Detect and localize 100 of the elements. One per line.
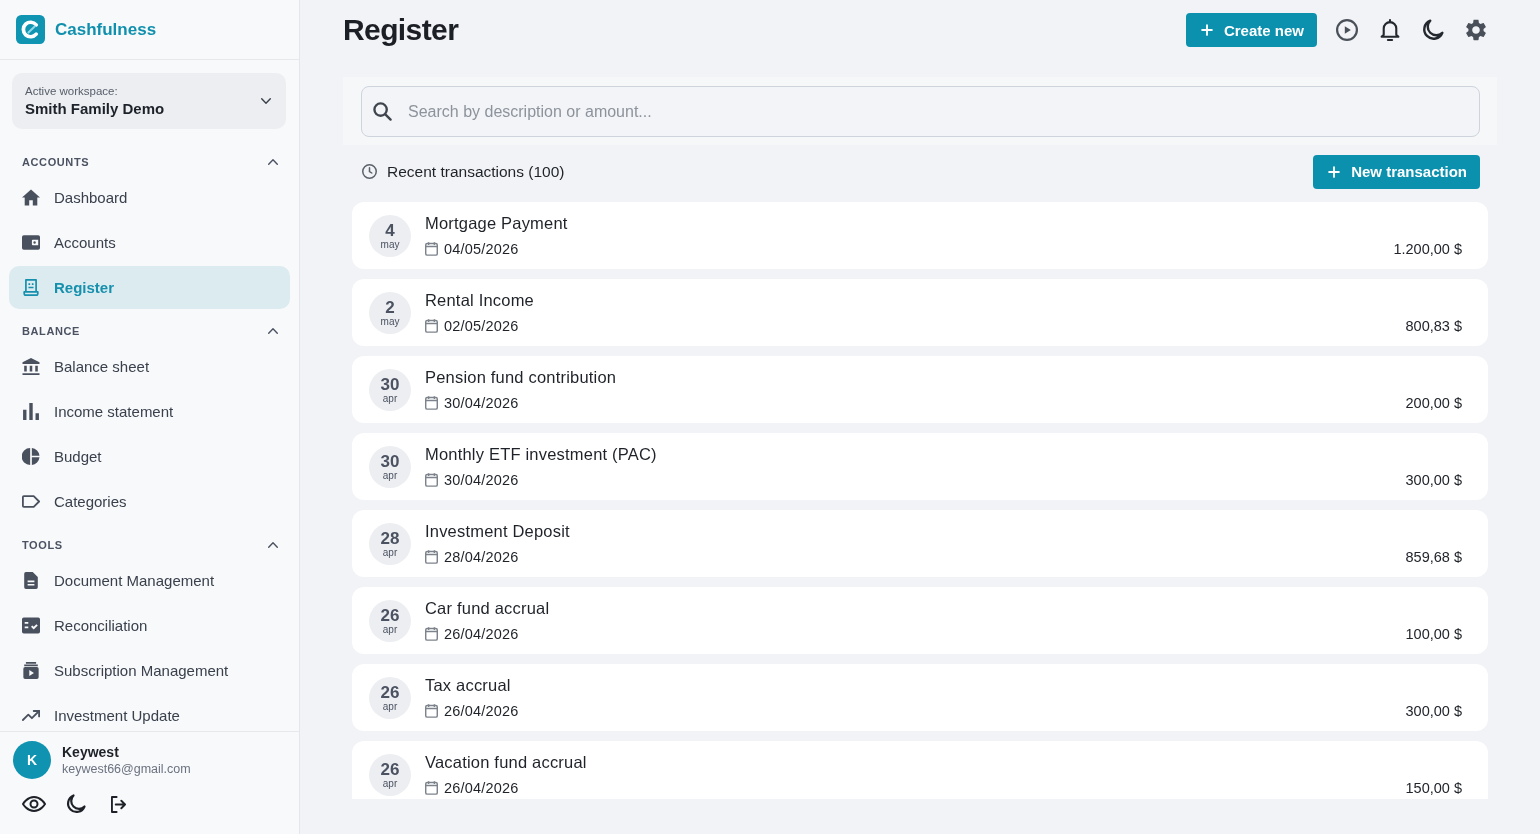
date-day: 28 xyxy=(380,529,400,547)
logout-icon[interactable] xyxy=(111,795,126,813)
logo-icon xyxy=(16,15,45,44)
transaction-amount: 200,00 $ xyxy=(1405,395,1462,411)
transaction-title: Vacation fund accrual xyxy=(425,752,587,772)
transaction-title: Car fund accrual xyxy=(425,598,550,618)
user-email: keywest66@gmail.com xyxy=(62,760,191,777)
search-icon xyxy=(373,102,392,121)
transaction-card[interactable]: 26 apr Tax accrual 26/04/2026 300,00 $ xyxy=(352,664,1488,731)
eye-icon[interactable] xyxy=(22,796,46,812)
tag-icon xyxy=(22,493,40,510)
date-month: apr xyxy=(382,777,398,789)
transaction-date: 28/04/2026 xyxy=(444,549,519,565)
create-new-button[interactable]: Create new xyxy=(1185,13,1317,47)
date-day: 30 xyxy=(380,452,400,470)
calendar-icon xyxy=(425,242,438,256)
date-day: 30 xyxy=(380,375,400,393)
transaction-amount: 859,68 $ xyxy=(1405,549,1462,565)
chevron-down-icon xyxy=(261,98,271,104)
date-month: apr xyxy=(382,623,398,635)
date-month: apr xyxy=(382,392,398,404)
moon-icon[interactable] xyxy=(1422,19,1444,41)
sidebar-item[interactable]: Document Management xyxy=(9,559,290,602)
transaction-card[interactable]: 30 apr Pension fund contribution 30/04/2026 200,00 $ xyxy=(352,356,1488,423)
checklist-icon xyxy=(22,617,40,634)
wallet-icon xyxy=(22,234,40,251)
sidebar-item[interactable]: Income statement xyxy=(9,390,290,433)
date-day: 26 xyxy=(380,760,400,778)
sidebar-item[interactable]: Investment Update xyxy=(9,694,290,731)
pie-chart-icon xyxy=(22,448,40,465)
calendar-icon xyxy=(425,396,438,410)
bar-chart-icon xyxy=(22,403,40,420)
transaction-amount: 150,00 $ xyxy=(1405,780,1462,796)
settings-icon[interactable] xyxy=(1465,19,1487,41)
calendar-icon xyxy=(425,319,438,333)
sidebar-item[interactable]: Reconciliation xyxy=(9,604,290,647)
plus-icon xyxy=(1200,24,1213,36)
transaction-date: 30/04/2026 xyxy=(444,395,519,411)
transaction-date: 02/05/2026 xyxy=(444,318,519,334)
transaction-amount: 800,83 $ xyxy=(1405,318,1462,334)
new-transaction-button[interactable]: New transaction xyxy=(1313,154,1480,189)
calendar-icon xyxy=(425,781,438,795)
transaction-amount: 300,00 $ xyxy=(1405,703,1462,719)
trend-up-icon xyxy=(22,707,40,724)
media-stack-icon xyxy=(22,662,40,679)
transaction-title: Investment Deposit xyxy=(425,521,570,541)
bank-icon xyxy=(22,358,40,375)
sidebar-item[interactable]: Dashboard xyxy=(9,176,290,219)
section-title: Recent transactions (100) xyxy=(387,162,565,181)
transaction-card[interactable]: 2 may Rental Income 02/05/2026 800,83 $ xyxy=(352,279,1488,346)
transaction-title: Pension fund contribution xyxy=(425,367,617,387)
date-month: may xyxy=(380,315,400,327)
transaction-date: 30/04/2026 xyxy=(444,472,519,488)
transaction-card[interactable]: 26 apr Car fund accrual 26/04/2026 100,00 $ xyxy=(352,587,1488,654)
calendar-icon xyxy=(425,704,438,718)
calendar-icon xyxy=(425,627,438,641)
sidebar-item[interactable]: Budget xyxy=(9,435,290,478)
page-title: Register xyxy=(343,13,459,47)
calendar-icon xyxy=(425,473,438,487)
moon-icon[interactable] xyxy=(66,794,86,814)
transaction-title: Monthly ETF investment (PAC) xyxy=(425,444,657,464)
section-toggle[interactable]: TOOLS xyxy=(22,533,278,557)
date-day: 26 xyxy=(380,683,400,701)
transaction-date: 26/04/2026 xyxy=(444,703,519,719)
play-circle-icon[interactable] xyxy=(1336,19,1358,41)
sidebar-item[interactable]: Subscription Management xyxy=(9,649,290,692)
date-day: 2 xyxy=(385,298,395,316)
transaction-card[interactable]: 30 apr Monthly ETF investment (PAC) 30/04/2026 300,00 $ xyxy=(352,433,1488,500)
transaction-date: 26/04/2026 xyxy=(444,780,519,796)
app-name: Cashfulness xyxy=(55,19,157,40)
date-month: apr xyxy=(382,700,398,712)
clock-icon xyxy=(362,164,377,179)
date-month: apr xyxy=(382,469,398,481)
transaction-title: Mortgage Payment xyxy=(425,213,568,233)
transaction-title: Tax accrual xyxy=(425,675,511,695)
transaction-card[interactable]: 4 may Mortgage Payment 04/05/2026 1.200,00 $ xyxy=(352,202,1488,269)
home-icon xyxy=(22,189,40,206)
transaction-amount: 100,00 $ xyxy=(1405,626,1462,642)
date-month: may xyxy=(380,238,400,250)
transaction-card[interactable]: 28 apr Investment Deposit 28/04/2026 859,68 $ xyxy=(352,510,1488,577)
date-month: apr xyxy=(382,546,398,558)
workspace-select[interactable]: Active workspace: Smith Family Demo xyxy=(12,73,286,129)
sidebar-item[interactable]: Accounts xyxy=(9,221,290,264)
date-day: 26 xyxy=(380,606,400,624)
date-day: 4 xyxy=(385,221,395,239)
calendar-icon xyxy=(425,550,438,564)
transaction-amount: 300,00 $ xyxy=(1405,472,1462,488)
transaction-date: 04/05/2026 xyxy=(444,241,519,257)
transaction-card[interactable]: 26 apr Vacation fund accrual 26/04/2026 150,00 $ xyxy=(352,741,1488,799)
transaction-title: Rental Income xyxy=(425,290,534,310)
sidebar-item[interactable]: Categories xyxy=(9,480,290,523)
section-toggle[interactable]: BALANCE xyxy=(22,319,278,343)
search-field[interactable]: Search by description or amount... xyxy=(361,86,1480,137)
sidebar-item[interactable]: Balance sheet xyxy=(9,345,290,388)
transaction-date: 26/04/2026 xyxy=(444,626,519,642)
section-toggle[interactable]: ACCOUNTS xyxy=(22,150,278,174)
receipt-icon xyxy=(22,279,40,296)
bell-icon[interactable] xyxy=(1379,19,1401,41)
document-icon xyxy=(22,572,40,589)
user-name: Keywest xyxy=(62,743,120,761)
